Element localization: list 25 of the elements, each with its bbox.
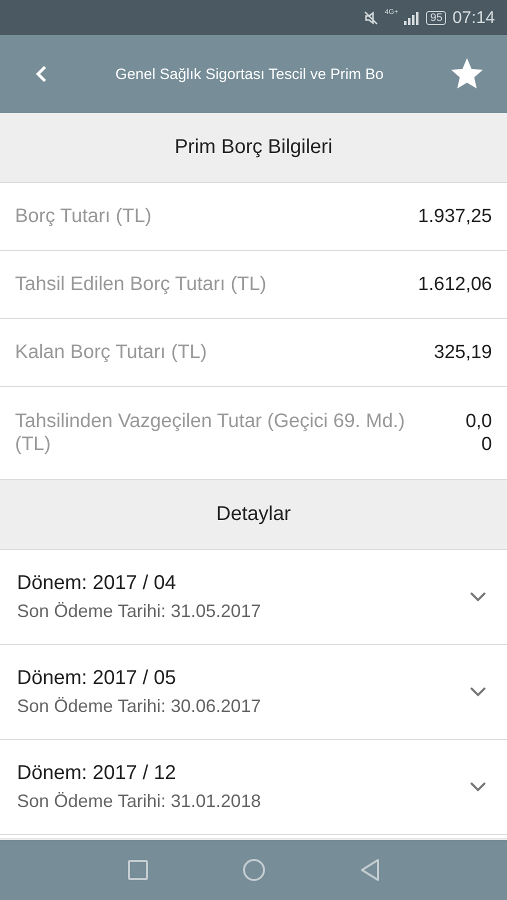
period-item[interactable]: Dönem: 2017 / 05 Son Ödeme Tarihi: 30.06.2017	[0, 645, 507, 740]
field-value: 1.612,06	[417, 273, 492, 296]
period-label: Dönem: 2017 / 12	[17, 762, 177, 785]
period-label: Dönem: 2017 / 05	[17, 667, 177, 690]
field-label: Borç Tutarı (TL)	[15, 205, 152, 228]
period-item[interactable]: Dönem: 2017 / 04 Son Ödeme Tarihi: 31.05.2017	[0, 550, 507, 645]
field-value: 325,19	[432, 341, 492, 364]
screen-title: Genel Sağlık Sigortası Tescil ve Prim Bo	[114, 66, 385, 82]
battery-level: 95	[426, 10, 446, 24]
signal-icon	[404, 10, 420, 24]
clock: 07:14	[452, 8, 495, 28]
field-value: 0,00	[464, 410, 492, 456]
period-label: Dönem: 2017 / 04	[17, 572, 177, 595]
period-item[interactable]: Dönem: 2017 / 12 Son Ödeme Tarihi: 31.01.2018	[0, 740, 507, 835]
due-date: Son Ödeme Tarihi: 31.05.2017	[17, 601, 262, 622]
field-label: Kalan Borç Tutarı (TL)	[15, 341, 207, 364]
field-label: Tahsilinden Vazgeçilen Tutar (Geçici 69. Md.) (TL)	[15, 410, 406, 456]
field-label: Tahsil Edilen Borç Tutarı (TL)	[15, 273, 266, 296]
section-title: Prim Borç Bilgileri	[174, 136, 332, 159]
due-date: Son Ödeme Tarihi: 31.01.2018	[17, 791, 262, 812]
mute-icon	[362, 10, 379, 26]
due-date: Son Ödeme Tarihi: 30.06.2017	[17, 696, 262, 717]
back-icon[interactable]	[34, 64, 48, 84]
section-title: Detaylar	[216, 503, 291, 526]
field-value: 1.937,25	[417, 205, 492, 228]
